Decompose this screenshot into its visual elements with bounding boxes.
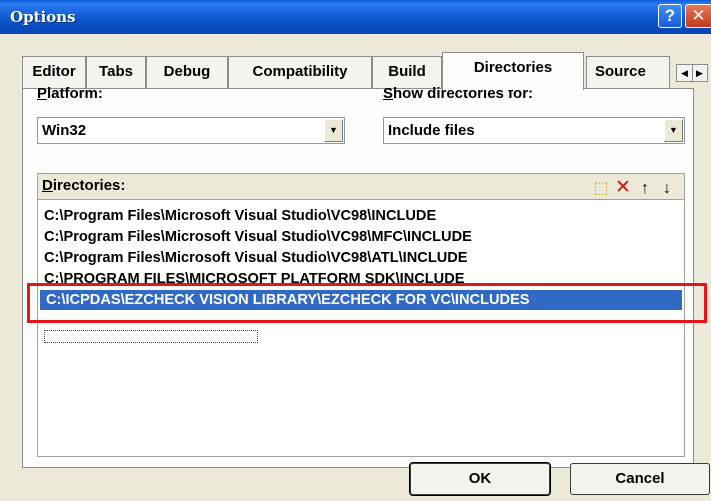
directories-header: Directories: ⬚ ✕ ↑ ↓ [37,173,685,199]
move-down-icon[interactable]: ↓ [656,180,678,198]
list-item[interactable]: C:\Program Files\Microsoft Visual Studio… [42,227,472,247]
show-directories-value: Include files [388,122,475,139]
directories-toolbar: ⬚ ✕ ↑ ↓ [590,176,678,199]
move-up-icon[interactable]: ↑ [634,180,656,198]
tab-debug[interactable]: Debug [146,56,228,88]
chevron-down-icon[interactable]: ▼ [324,119,343,142]
tab-scroll-buttons[interactable]: ◀ ▶ [676,64,708,82]
window-title: Options [10,8,76,26]
highlight-annotation [27,283,707,323]
new-entry-slot[interactable] [44,330,258,343]
platform-label: Platform: [37,85,103,102]
close-button[interactable]: ✕ [685,4,711,28]
tab-source[interactable]: Source [586,56,670,88]
scroll-left-icon[interactable]: ◀ [678,65,692,81]
help-button[interactable]: ? [658,4,682,28]
tab-strip: Editor Tabs Debug Compatibility Build Di… [22,52,708,90]
directories-label: Directories: [42,177,126,194]
list-item[interactable]: C:\Program Files\Microsoft Visual Studio… [42,248,468,268]
new-folder-icon[interactable]: ⬚ [590,178,612,198]
cancel-button[interactable]: Cancel [570,463,710,495]
scroll-right-icon[interactable]: ▶ [691,65,707,81]
show-directories-select[interactable]: Include files ▼ [383,117,685,144]
delete-icon[interactable]: ✕ [612,176,634,199]
tab-build[interactable]: Build [372,56,442,88]
tab-compatibility[interactable]: Compatibility [228,56,372,88]
ok-button[interactable]: OK [409,462,551,496]
tab-editor[interactable]: Editor [22,56,86,88]
tab-directories[interactable]: Directories [442,52,584,90]
title-bar[interactable]: Options ? ✕ [0,0,711,34]
directories-list[interactable]: C:\Program Files\Microsoft Visual Studio… [37,199,685,457]
tab-tabs[interactable]: Tabs [86,56,146,88]
directories-panel: Platform: Win32 ▼ Show directories for: … [22,85,694,468]
platform-value: Win32 [42,122,87,139]
platform-select[interactable]: Win32 ▼ [37,117,345,144]
chevron-down-icon[interactable]: ▼ [664,119,683,142]
list-item[interactable]: C:\Program Files\Microsoft Visual Studio… [42,206,436,226]
